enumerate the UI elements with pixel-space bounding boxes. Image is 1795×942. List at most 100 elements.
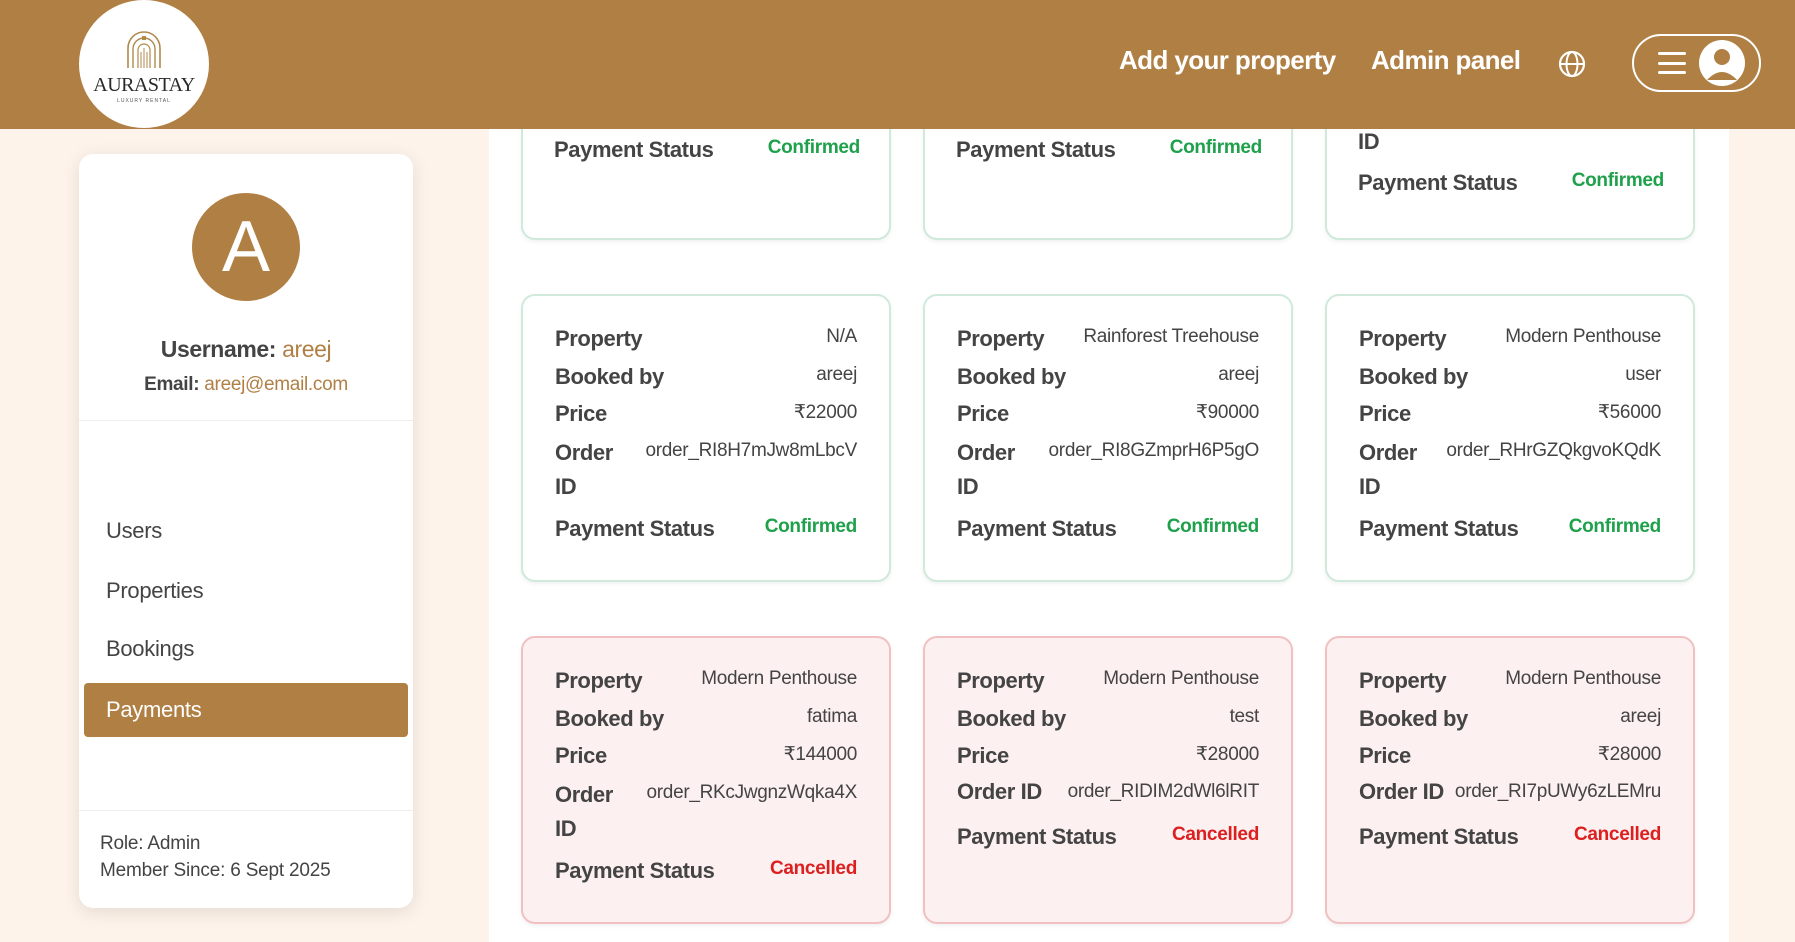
payment-status-row: Payment Status Confirmed bbox=[957, 516, 1259, 542]
payment-card: Property N/A Booked by areej Price ₹22000 O… bbox=[521, 294, 891, 582]
property-value: Modern Penthouse bbox=[1505, 326, 1661, 347]
order-id-row: Order ID order_RHrGZQkgvoKQdK bbox=[1359, 436, 1661, 504]
price-row: Price ₹28000 bbox=[1359, 743, 1661, 769]
order-id-value: order_RIDIM2dWl6lRIT bbox=[1067, 781, 1260, 802]
price-label: Price bbox=[555, 401, 607, 426]
payment-card: Property Modern Penthouse Booked by user P… bbox=[1325, 294, 1695, 582]
profile-sidebar: A Username: areej Email: areej@email.com… bbox=[79, 154, 413, 908]
order-id-row: Order ID order_RIDIM2dWl6lRIT bbox=[957, 779, 1259, 805]
booked-by-label: Booked by bbox=[957, 364, 1066, 389]
username-line: Username: areej bbox=[79, 336, 413, 363]
payment-status-label: Payment Status bbox=[555, 516, 715, 541]
email-value: areej@email.com bbox=[204, 374, 348, 395]
user-menu-button[interactable] bbox=[1632, 34, 1761, 92]
payment-card: Property Rainforest Treehouse Booked by ar… bbox=[923, 294, 1293, 582]
booked-by-value: user bbox=[1625, 364, 1661, 385]
payment-card: Property Modern Penthouse Booked by test P… bbox=[923, 636, 1293, 924]
booked-by-value: fatima bbox=[807, 706, 857, 727]
status-confirmed: Confirmed bbox=[1571, 170, 1665, 191]
price-row: Price ₹28000 bbox=[957, 743, 1259, 769]
order-id-label-tail: ID bbox=[1358, 129, 1380, 154]
globe-icon[interactable] bbox=[1557, 49, 1587, 79]
property-label: Property bbox=[957, 668, 1045, 693]
sidebar-item-properties[interactable]: Properties bbox=[84, 564, 408, 618]
payment-status-label: Payment Status bbox=[1359, 516, 1519, 541]
order-label-word: Order bbox=[555, 782, 613, 807]
member-since-text: Member Since: 6 Sept 2025 bbox=[100, 860, 331, 881]
username-value: areej bbox=[282, 336, 332, 362]
price-value: ₹144000 bbox=[783, 744, 858, 765]
payment-status-row: Payment Status Cancelled bbox=[1359, 824, 1661, 850]
role-text: Role: Admin bbox=[100, 833, 201, 854]
payment-status-label: Payment Status bbox=[957, 824, 1117, 849]
status-confirmed: Confirmed bbox=[764, 516, 858, 537]
booked-by-label: Booked by bbox=[1359, 364, 1468, 389]
payment-status-label: Payment Status bbox=[957, 516, 1117, 541]
sidebar-item-users[interactable]: Users bbox=[84, 504, 408, 558]
logo-text: AURASTAY bbox=[93, 74, 195, 96]
order-id-value: order_RKcJwgnzWqka4X bbox=[646, 782, 858, 803]
property-value: Modern Penthouse bbox=[1505, 668, 1661, 689]
order-id-label: Order ID bbox=[1359, 779, 1444, 804]
price-label: Price bbox=[1359, 743, 1411, 768]
property-value: Modern Penthouse bbox=[701, 668, 857, 689]
property-row: Property N/A bbox=[555, 326, 857, 352]
property-value: Modern Penthouse bbox=[1103, 668, 1259, 689]
logo-mark-icon bbox=[127, 31, 161, 68]
add-property-link[interactable]: Add your property bbox=[1119, 45, 1336, 76]
payment-status-label: Payment Status bbox=[1358, 170, 1518, 195]
payment-card: Property Modern Penthouse Booked by areej … bbox=[1325, 636, 1695, 924]
order-id-label: Order ID bbox=[957, 436, 1015, 504]
booked-by-label: Booked by bbox=[957, 706, 1066, 731]
payment-status-label: Payment Status bbox=[1359, 824, 1519, 849]
sidebar-item-payments[interactable]: Payments bbox=[84, 683, 408, 737]
payment-status-row: Payment Status Confirmed bbox=[1358, 170, 1664, 196]
divider bbox=[79, 810, 413, 811]
brand-logo[interactable]: AURASTAY LUXURY RENTAL bbox=[79, 0, 209, 128]
payment-status-label: Payment Status bbox=[555, 858, 715, 883]
price-value: ₹22000 bbox=[793, 402, 857, 423]
booked-by-row: Booked by areej bbox=[957, 364, 1259, 390]
status-confirmed: Confirmed bbox=[767, 137, 861, 158]
property-value: Rainforest Treehouse bbox=[1083, 326, 1259, 347]
price-value: ₹56000 bbox=[1597, 402, 1661, 423]
status-confirmed: Confirmed bbox=[1166, 516, 1260, 537]
payment-card: Property Modern Penthouse Booked by fatima… bbox=[521, 636, 891, 924]
order-id-row: ID bbox=[1358, 129, 1664, 155]
property-row: Property Modern Penthouse bbox=[555, 668, 857, 694]
order-id-label: Order ID bbox=[555, 778, 613, 846]
booked-by-row: Booked by user bbox=[1359, 364, 1661, 390]
price-label: Price bbox=[1359, 401, 1411, 426]
price-label: Price bbox=[555, 743, 607, 768]
hamburger-icon bbox=[1658, 52, 1686, 74]
order-label-word: Order bbox=[555, 440, 613, 465]
booked-by-value: areej bbox=[816, 364, 857, 385]
order-id-row: Order ID order_RI7pUWy6zLEMru bbox=[1359, 779, 1661, 805]
status-cancelled: Cancelled bbox=[1171, 824, 1259, 845]
divider bbox=[79, 420, 413, 421]
order-id-value: order_RI8H7mJw8mLbcV bbox=[645, 440, 857, 461]
property-row: Property Modern Penthouse bbox=[1359, 326, 1661, 352]
order-id-value: order_RI7pUWy6zLEMru bbox=[1454, 781, 1661, 802]
property-label: Property bbox=[1359, 668, 1447, 693]
property-value: N/A bbox=[826, 326, 857, 347]
price-value: ₹28000 bbox=[1597, 744, 1661, 765]
admin-panel-link[interactable]: Admin panel bbox=[1371, 45, 1521, 76]
order-label-word: Order bbox=[957, 440, 1015, 465]
id-label-word: ID bbox=[957, 474, 979, 499]
price-value: ₹90000 bbox=[1195, 402, 1259, 423]
property-label: Property bbox=[555, 668, 643, 693]
status-cancelled: Cancelled bbox=[769, 858, 857, 879]
logo-subtitle: LUXURY RENTAL bbox=[117, 98, 171, 104]
top-header: AURASTAY LUXURY RENTAL Add your property… bbox=[0, 0, 1795, 129]
property-label: Property bbox=[957, 326, 1045, 351]
order-id-label: Order ID bbox=[1359, 436, 1417, 504]
email-label: Email: bbox=[144, 374, 200, 395]
property-row: Property Modern Penthouse bbox=[1359, 668, 1661, 694]
sidebar-item-bookings[interactable]: Bookings bbox=[84, 622, 408, 676]
booked-by-label: Booked by bbox=[555, 364, 664, 389]
order-id-row: Order ID order_RKcJwgnzWqka4X bbox=[555, 778, 857, 846]
order-label-word: Order bbox=[1359, 440, 1417, 465]
booked-by-row: Booked by areej bbox=[1359, 706, 1661, 732]
order-id-label: Order ID bbox=[555, 436, 613, 504]
